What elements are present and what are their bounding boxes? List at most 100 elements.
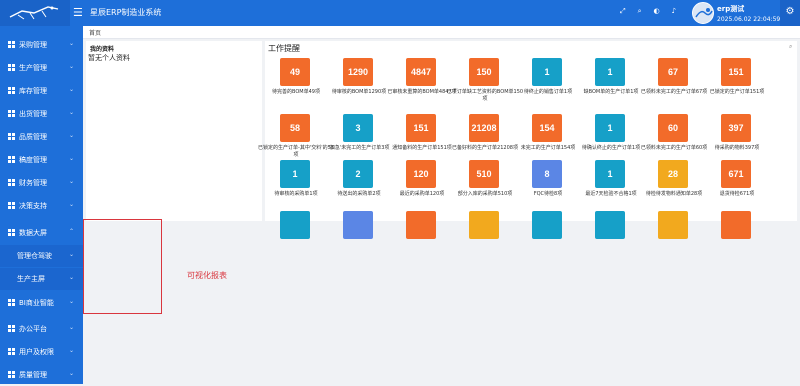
sidebar-item-shipping[interactable]: 出货管理 ⌄	[0, 103, 83, 125]
reminder-tile[interactable]	[697, 211, 777, 267]
tile-count[interactable]	[721, 211, 751, 239]
grid-icon	[8, 156, 15, 163]
tile-count[interactable]: 151	[406, 114, 436, 142]
grid-icon	[8, 133, 15, 140]
tile-count[interactable]: 1290	[343, 58, 373, 86]
chevron-down-icon: ⌄	[69, 178, 75, 185]
chevron-up-icon: ⌃	[69, 228, 75, 235]
tile-count[interactable]: 151	[721, 58, 751, 86]
tile-count[interactable]: 60	[658, 114, 688, 142]
sidebar-item-label: 用户及权限	[19, 348, 54, 356]
grid-icon	[8, 325, 15, 332]
theme-icon[interactable]: ◐	[654, 7, 660, 16]
sidebar-item-quality[interactable]: 品质管理 ⌄	[0, 126, 83, 148]
search-icon[interactable]: ⌕	[789, 43, 792, 51]
sidebar-subitem-management-cockpit[interactable]: 管理仓驾驶 ⌄	[0, 245, 83, 267]
settings-icon[interactable]: ⚙	[780, 0, 800, 26]
tile-count[interactable]: 3	[343, 114, 373, 142]
tile-count[interactable]: 1	[532, 58, 562, 86]
tab-home[interactable]: 首页	[89, 28, 101, 37]
fullscreen-icon[interactable]: ⤢	[620, 7, 626, 16]
app-title: 星辰ERP制造业系统	[90, 8, 162, 17]
grid-icon	[8, 371, 15, 378]
tile-count[interactable]: 397	[721, 114, 751, 142]
profile-panel: 我的资料 暂无个人资料	[86, 41, 262, 221]
menu-toggle-icon[interactable]: ☰	[73, 6, 83, 19]
tile-count[interactable]: 120	[406, 160, 436, 188]
bell-icon[interactable]: ♪	[672, 7, 676, 16]
sidebar-item-finance[interactable]: 财务管理 ⌄	[0, 172, 83, 194]
tile-count[interactable]	[469, 211, 499, 239]
work-panel-title: 工作提醒	[268, 44, 300, 53]
sidebar-item-office[interactable]: 办公平台 ⌄	[0, 318, 83, 340]
chevron-down-icon: ⌄	[69, 201, 75, 208]
tile-count[interactable]: 58	[280, 114, 310, 142]
tile-count[interactable]: 671	[721, 160, 751, 188]
chevron-down-icon: ⌄	[69, 63, 75, 70]
sidebar-item-label: 库存管理	[19, 87, 47, 95]
tile-count[interactable]: 1	[595, 58, 625, 86]
sidebar-item-label: 稿度管理	[19, 156, 47, 164]
logo-icon	[9, 6, 59, 20]
sidebar-item-label: 品质管理	[19, 133, 47, 141]
sidebar-item-label: 生产主屏	[17, 275, 45, 283]
tile-count[interactable]: 1	[595, 160, 625, 188]
reminder-tile[interactable]: 671 退货待检671项	[697, 160, 777, 216]
tile-count[interactable]: 154	[532, 114, 562, 142]
tile-count[interactable]: 4847	[406, 58, 436, 86]
sidebar-item-data-screen[interactable]: 数据大屏 ⌃	[0, 222, 83, 244]
tile-count[interactable]	[658, 211, 688, 239]
tile-count[interactable]: 67	[658, 58, 688, 86]
tile-count[interactable]	[532, 211, 562, 239]
search-icon[interactable]: ⌕	[638, 7, 642, 16]
tile-count[interactable]: 150	[469, 58, 499, 86]
profile-empty-text: 暂无个人资料	[88, 54, 130, 62]
reminder-tile[interactable]: 151 已锁定的生产订单151项	[697, 58, 777, 114]
chevron-down-icon: ⌄	[69, 132, 75, 139]
sidebar-item-label: 数据大屏	[19, 229, 47, 237]
tile-count[interactable]: 21208	[469, 114, 499, 142]
avatar[interactable]	[692, 2, 714, 24]
chevron-down-icon: ⌄	[69, 298, 75, 305]
user-name[interactable]: erp测试	[717, 4, 744, 14]
tile-count[interactable]	[343, 211, 373, 239]
tile-count[interactable]: 8	[532, 160, 562, 188]
grid-icon	[8, 64, 15, 71]
tile-count[interactable]	[406, 211, 436, 239]
grid-icon	[8, 179, 15, 186]
sidebar-item-decision[interactable]: 决策支持 ⌄	[0, 195, 83, 217]
logo[interactable]	[0, 0, 70, 26]
sidebar-subitem-production-screen[interactable]: 生产主屏 ⌄	[0, 268, 83, 290]
chevron-down-icon: ⌄	[69, 274, 75, 281]
sidebar-item-purchase[interactable]: 采购管理 ⌄	[0, 34, 83, 56]
tile-count[interactable]: 510	[469, 160, 499, 188]
sidebar-item-users[interactable]: 用户及权限 ⌄	[0, 341, 83, 363]
chevron-down-icon: ⌄	[69, 347, 75, 354]
tile-count[interactable]: 1	[280, 160, 310, 188]
tile-count[interactable]: 2	[343, 160, 373, 188]
sidebar-item-label: 决策支持	[19, 202, 47, 210]
sidebar-item-quality-mgmt[interactable]: 质量管理 ⌄	[0, 364, 83, 386]
chevron-down-icon: ⌄	[69, 251, 75, 258]
grid-icon	[8, 41, 15, 48]
sidebar: 采购管理 ⌄ 生产管理 ⌄ 库存管理 ⌄ 出货管理 ⌄ 品质管理 ⌄ 稿度管理 …	[0, 26, 83, 384]
tile-caption: 已锁定的生产订单151项	[709, 89, 765, 95]
tile-count[interactable]: 1	[595, 114, 625, 142]
tile-count[interactable]: 28	[658, 160, 688, 188]
tile-count[interactable]: 49	[280, 58, 310, 86]
tile-count[interactable]	[280, 211, 310, 239]
sidebar-item-label: 质量管理	[19, 371, 47, 379]
chevron-down-icon: ⌄	[69, 40, 75, 47]
annotation-label: 可视化报表	[187, 271, 227, 280]
profile-panel-title: 我的资料	[90, 46, 115, 53]
grid-icon	[8, 110, 15, 117]
tile-count[interactable]	[595, 211, 625, 239]
sidebar-item-dispatch[interactable]: 稿度管理 ⌄	[0, 149, 83, 171]
sidebar-item-production[interactable]: 生产管理 ⌄	[0, 57, 83, 79]
sidebar-item-label: 办公平台	[19, 325, 47, 333]
chevron-down-icon: ⌄	[69, 370, 75, 377]
sidebar-item-inventory[interactable]: 库存管理 ⌄	[0, 80, 83, 102]
top-icons: ⤢ ⌕ ◐ ♪	[620, 7, 676, 16]
avatar-image	[693, 3, 713, 23]
sidebar-item-bi[interactable]: BI商业智能 ⌄	[0, 292, 83, 314]
